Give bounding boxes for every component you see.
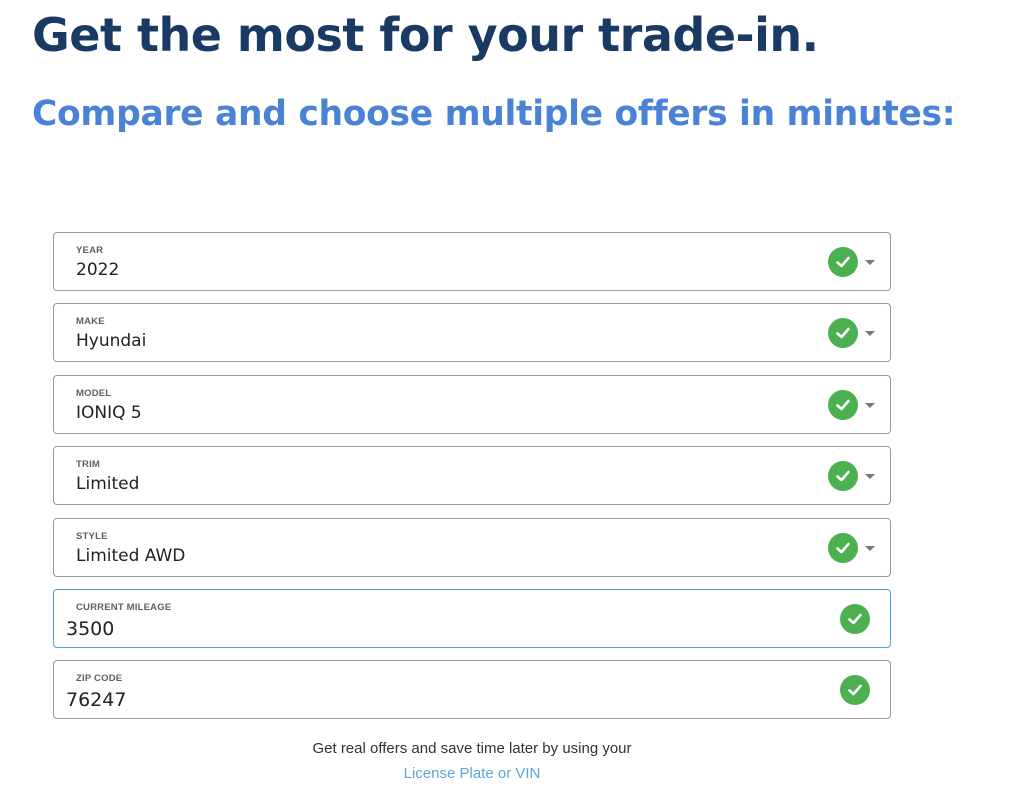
chevron-down-icon[interactable] bbox=[865, 402, 875, 408]
style-select[interactable]: STYLE Limited AWD bbox=[53, 517, 891, 577]
model-select[interactable]: MODEL IONIQ 5 bbox=[53, 374, 891, 434]
trim-value: Limited bbox=[76, 474, 140, 495]
check-circle-icon bbox=[828, 389, 858, 420]
style-label: STYLE bbox=[76, 530, 108, 542]
check-circle-icon bbox=[840, 675, 870, 706]
style-value: Limited AWD bbox=[76, 545, 186, 566]
zip-code-label: ZIP CODE bbox=[76, 673, 123, 685]
check-circle-icon bbox=[828, 461, 858, 492]
model-value: IONIQ 5 bbox=[76, 402, 142, 423]
footer-text: Get real offers and save time later by u… bbox=[312, 740, 632, 757]
year-label: YEAR bbox=[76, 245, 104, 256]
check-circle-icon bbox=[828, 318, 858, 349]
current-mileage-value[interactable]: 3500 bbox=[66, 618, 114, 640]
make-label: MAKE bbox=[76, 316, 105, 328]
page-title: Get the most for your trade-in. bbox=[32, 8, 819, 62]
model-label: MODEL bbox=[76, 387, 112, 399]
current-mileage-label: CURRENT MILEAGE bbox=[76, 601, 172, 613]
chevron-down-icon[interactable] bbox=[865, 260, 875, 265]
trade-in-form: YEAR 2022 MAKE Hyundai MODEL IONIQ 5 TRI… bbox=[53, 232, 891, 732]
make-select[interactable]: MAKE Hyundai bbox=[53, 303, 891, 363]
trim-label: TRIM bbox=[76, 459, 101, 471]
chevron-down-icon[interactable] bbox=[865, 331, 875, 337]
zip-code-field[interactable]: ZIP CODE 76247 bbox=[53, 660, 891, 720]
trim-select[interactable]: TRIM Limited bbox=[53, 446, 891, 506]
check-circle-icon bbox=[828, 532, 858, 563]
current-mileage-field[interactable]: CURRENT MILEAGE 3500 bbox=[53, 588, 891, 648]
page-subtitle: Compare and choose multiple offers in mi… bbox=[32, 94, 956, 134]
make-value: Hyundai bbox=[76, 331, 147, 352]
year-value: 2022 bbox=[76, 260, 120, 280]
license-plate-or-vin-link[interactable]: License Plate or VIN bbox=[0, 765, 944, 782]
check-circle-icon bbox=[828, 247, 858, 277]
check-circle-icon bbox=[840, 603, 870, 634]
zip-code-value[interactable]: 76247 bbox=[66, 689, 126, 711]
chevron-down-icon[interactable] bbox=[865, 474, 875, 480]
year-select[interactable]: YEAR 2022 bbox=[53, 232, 891, 291]
chevron-down-icon[interactable] bbox=[865, 545, 875, 551]
